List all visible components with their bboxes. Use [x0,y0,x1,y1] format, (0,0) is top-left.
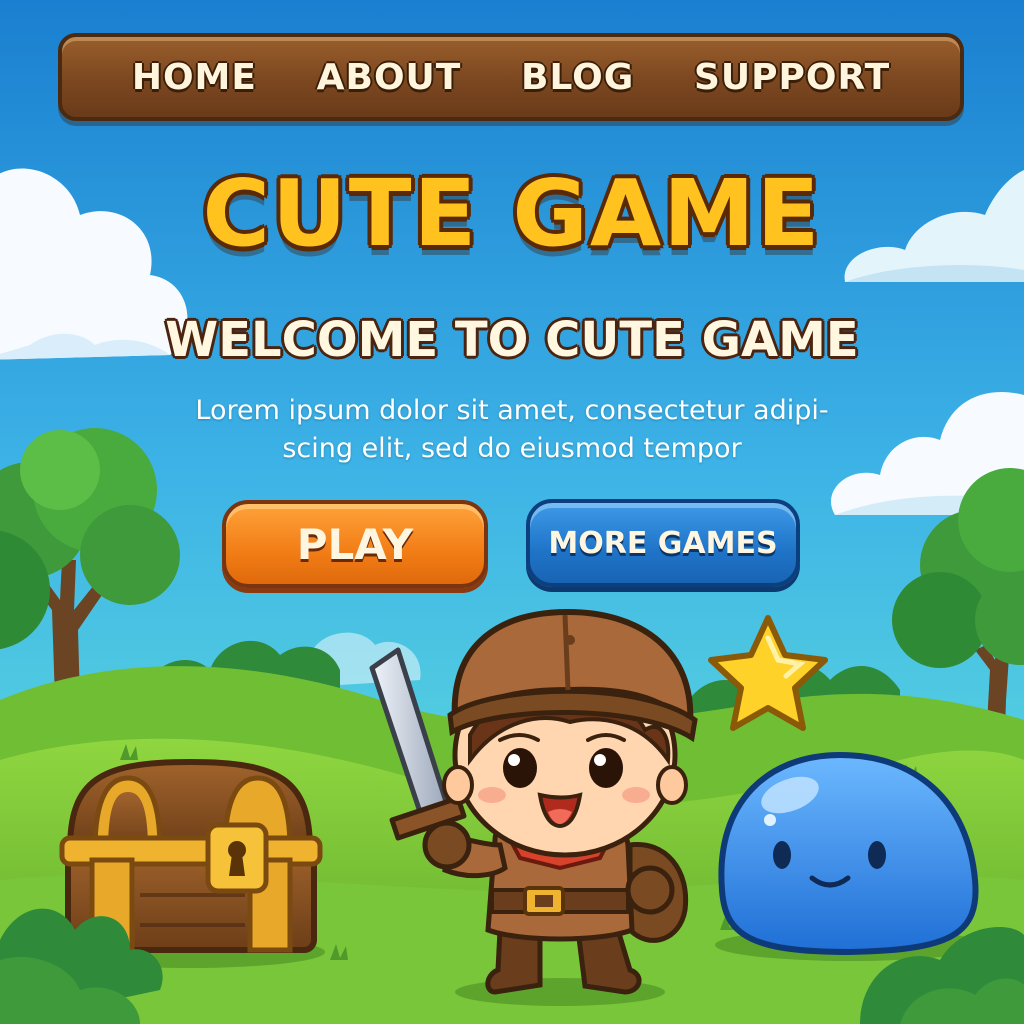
more-games-button[interactable]: MORE GAMES [526,499,800,587]
top-navigation-bar: HOME ABOUT BLOG SUPPORT [58,33,964,121]
game-scene [0,0,1024,1024]
play-button[interactable]: PLAY [222,500,488,588]
hero-description: Lorem ipsum dolor sit amet, consectetur … [195,395,829,464]
nav-item-about[interactable]: ABOUT [317,57,462,98]
welcome-heading: WELCOME TO CUTE GAME [165,312,859,368]
nav-item-blog[interactable]: BLOG [521,57,634,98]
game-title: CUTE GAME [202,160,822,267]
nav-item-home[interactable]: HOME [132,57,257,98]
nav-item-support[interactable]: SUPPORT [694,57,890,98]
